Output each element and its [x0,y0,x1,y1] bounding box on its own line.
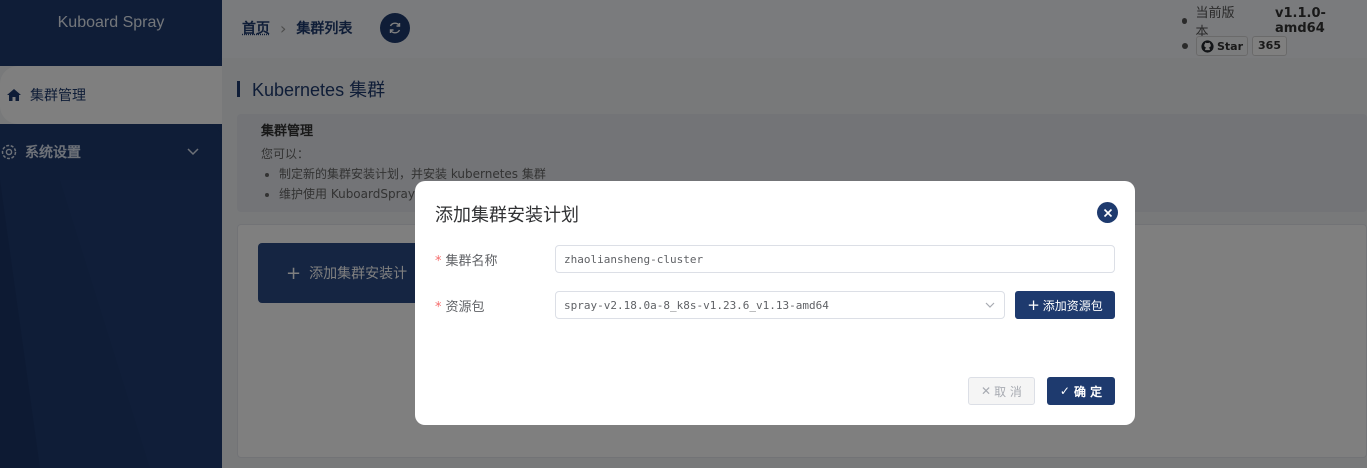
resource-label: * 资源包 [435,296,555,315]
cluster-name-label: * 集群名称 [435,250,555,269]
cancel-label: 取 消 [994,384,1022,399]
add-resource-button[interactable]: + 添加资源包 [1015,291,1115,319]
resource-select-value: spray-v2.18.0a-8_k8s-v1.23.6_v1.13-amd64 [564,298,829,312]
cancel-button[interactable]: ✕ 取 消 [968,377,1035,405]
form-row-cluster-name: * 集群名称 zhaoliansheng-cluster [435,245,1115,273]
required-asterisk: * [435,299,442,315]
close-icon: ✕ [981,384,992,398]
add-cluster-dialog: 添加集群安装计划 * 集群名称 zhaoliansheng-cluster * 资源… [415,181,1135,425]
resource-label-text: 资源包 [445,299,485,315]
resource-select[interactable]: spray-v2.18.0a-8_k8s-v1.23.6_v1.13-amd64 [555,291,1005,319]
chevron-down-icon [985,302,995,308]
cluster-name-input[interactable]: zhaoliansheng-cluster [555,245,1115,273]
close-button[interactable] [1097,202,1118,223]
confirm-label: 确 定 [1073,384,1103,399]
check-icon: ✓ [1059,384,1070,398]
confirm-button[interactable]: ✓ 确 定 [1047,377,1115,405]
form-row-resource: * 资源包 spray-v2.18.0a-8_k8s-v1.23.6_v1.13-… [435,291,1005,319]
dialog-title: 添加集群安装计划 [435,205,579,226]
add-resource-label: 添加资源包 [1042,298,1103,313]
required-asterisk: * [435,253,442,269]
close-icon [1103,208,1112,217]
plus-icon: + [1027,296,1040,314]
cluster-name-label-text: 集群名称 [445,253,498,269]
